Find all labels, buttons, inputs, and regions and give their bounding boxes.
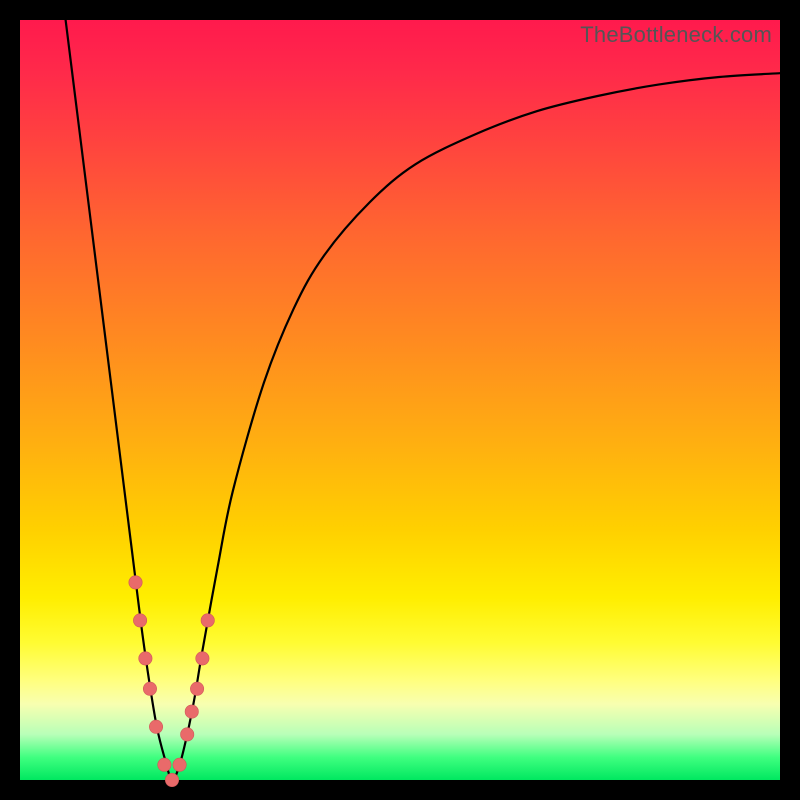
chart-frame: TheBottleneck.com [0, 0, 800, 800]
marker-point [158, 758, 171, 771]
marker-point [173, 758, 186, 771]
watermark-text: TheBottleneck.com [580, 22, 772, 48]
marker-point [129, 576, 142, 589]
marker-point [181, 728, 194, 741]
marker-point [201, 614, 214, 627]
curve-layer [20, 20, 780, 780]
marker-point [139, 652, 152, 665]
marker-point [149, 720, 162, 733]
marker-point [143, 682, 156, 695]
marker-point [165, 773, 178, 786]
plot-area [20, 20, 780, 780]
marker-group [129, 576, 215, 787]
marker-point [133, 614, 146, 627]
marker-point [185, 705, 198, 718]
marker-point [190, 682, 203, 695]
marker-point [196, 652, 209, 665]
bottleneck-curve [66, 20, 780, 780]
